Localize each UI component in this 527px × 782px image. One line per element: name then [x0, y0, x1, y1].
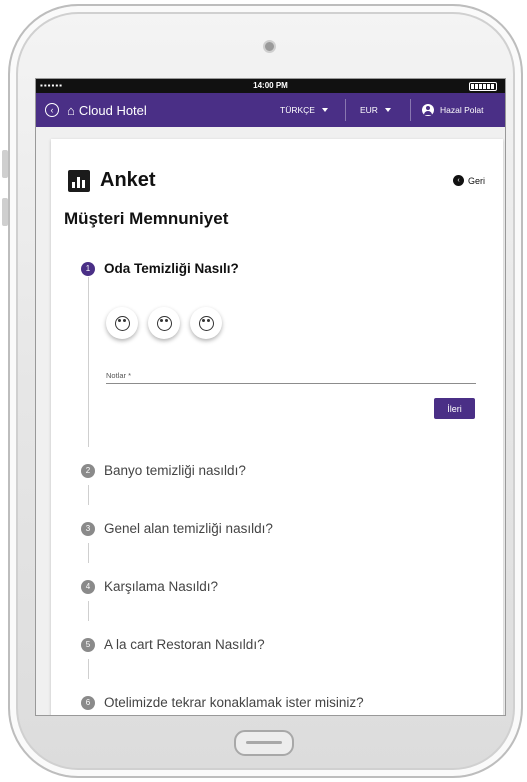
- step-label: Oda Temizliği Nasılı?: [104, 261, 239, 276]
- currency-select[interactable]: EUR: [360, 93, 391, 127]
- user-menu[interactable]: Hazal Polat: [422, 93, 483, 127]
- language-label: TÜRKÇE: [280, 105, 315, 115]
- step-2[interactable]: 2 Banyo temizliği nasıldı?: [81, 463, 246, 478]
- back-circle-icon: ‹: [452, 175, 464, 186]
- back-link[interactable]: ‹ Geri: [452, 175, 485, 186]
- camera-icon: [263, 40, 276, 53]
- bar-chart-icon: [68, 169, 90, 192]
- home-icon[interactable]: ⌂: [67, 103, 75, 118]
- screen: ▪▪▪▪▪▪ 14:00 PM ‹ ⌂ Cloud Hotel TÜRKÇE E…: [35, 78, 506, 716]
- back-label: Geri: [467, 175, 485, 186]
- volume-down-button: [2, 198, 8, 226]
- caret-down-icon: [321, 108, 328, 112]
- rating-options: [106, 307, 232, 339]
- home-button[interactable]: [234, 730, 294, 756]
- step-label: A la cart Restoran Nasıldı?: [104, 637, 265, 652]
- step-4[interactable]: 4 Karşılama Nasıldı?: [81, 579, 218, 594]
- language-select[interactable]: TÜRKÇE: [280, 93, 328, 127]
- next-button[interactable]: İleri: [434, 398, 475, 419]
- divider: [345, 99, 346, 121]
- step-number: 3: [81, 521, 95, 536]
- step-label: Otelimizde tekrar konaklamak ister misin…: [104, 695, 364, 710]
- divider: [410, 99, 411, 121]
- step-connector: [88, 659, 89, 679]
- happy-face-icon[interactable]: [190, 307, 222, 339]
- volume-up-button: [2, 150, 8, 178]
- step-number: 1: [81, 261, 95, 276]
- step-connector: [88, 277, 89, 447]
- brand-title[interactable]: Cloud Hotel: [79, 103, 147, 118]
- user-name: Hazal Polat: [440, 105, 484, 115]
- step-number: 5: [81, 637, 95, 652]
- status-bar: ▪▪▪▪▪▪ 14:00 PM: [36, 79, 505, 93]
- survey-card: Anket ‹ Geri Müşteri Memnuniyet 1 Oda Te…: [51, 139, 503, 715]
- status-time: 14:00 PM: [253, 81, 288, 90]
- step-1[interactable]: 1 Oda Temizliği Nasılı?: [81, 261, 239, 276]
- page-title: Anket: [100, 169, 156, 191]
- step-connector: [88, 543, 89, 563]
- step-connector: [88, 601, 89, 621]
- step-number: 2: [81, 463, 95, 478]
- circle-chevron-left-icon[interactable]: ‹: [45, 103, 59, 117]
- user-avatar-icon: [422, 104, 434, 116]
- battery-icon: [469, 82, 497, 91]
- currency-label: EUR: [360, 105, 378, 115]
- step-3[interactable]: 3 Genel alan temizliği nasıldı?: [81, 521, 273, 536]
- notes-label: Notlar *: [106, 371, 132, 380]
- step-label: Banyo temizliği nasıldı?: [104, 463, 246, 478]
- step-connector: [88, 485, 89, 505]
- card-header: Anket: [68, 169, 156, 192]
- step-5[interactable]: 5 A la cart Restoran Nasıldı?: [81, 637, 265, 652]
- step-6[interactable]: 6 Otelimizde tekrar konaklamak ister mis…: [81, 695, 364, 710]
- notes-field[interactable]: [106, 383, 476, 384]
- angry-face-icon[interactable]: [106, 307, 138, 339]
- step-number: 6: [81, 695, 95, 710]
- step-label: Karşılama Nasıldı?: [104, 579, 219, 594]
- neutral-face-icon[interactable]: [148, 307, 180, 339]
- step-label: Genel alan temizliği nasıldı?: [104, 521, 273, 536]
- app-bar: ‹ ⌂ Cloud Hotel TÜRKÇE EUR Hazal Polat: [36, 93, 505, 127]
- step-number: 4: [81, 579, 95, 594]
- survey-subtitle: Müşteri Memnuniyet: [64, 209, 229, 228]
- caret-down-icon: [384, 108, 391, 112]
